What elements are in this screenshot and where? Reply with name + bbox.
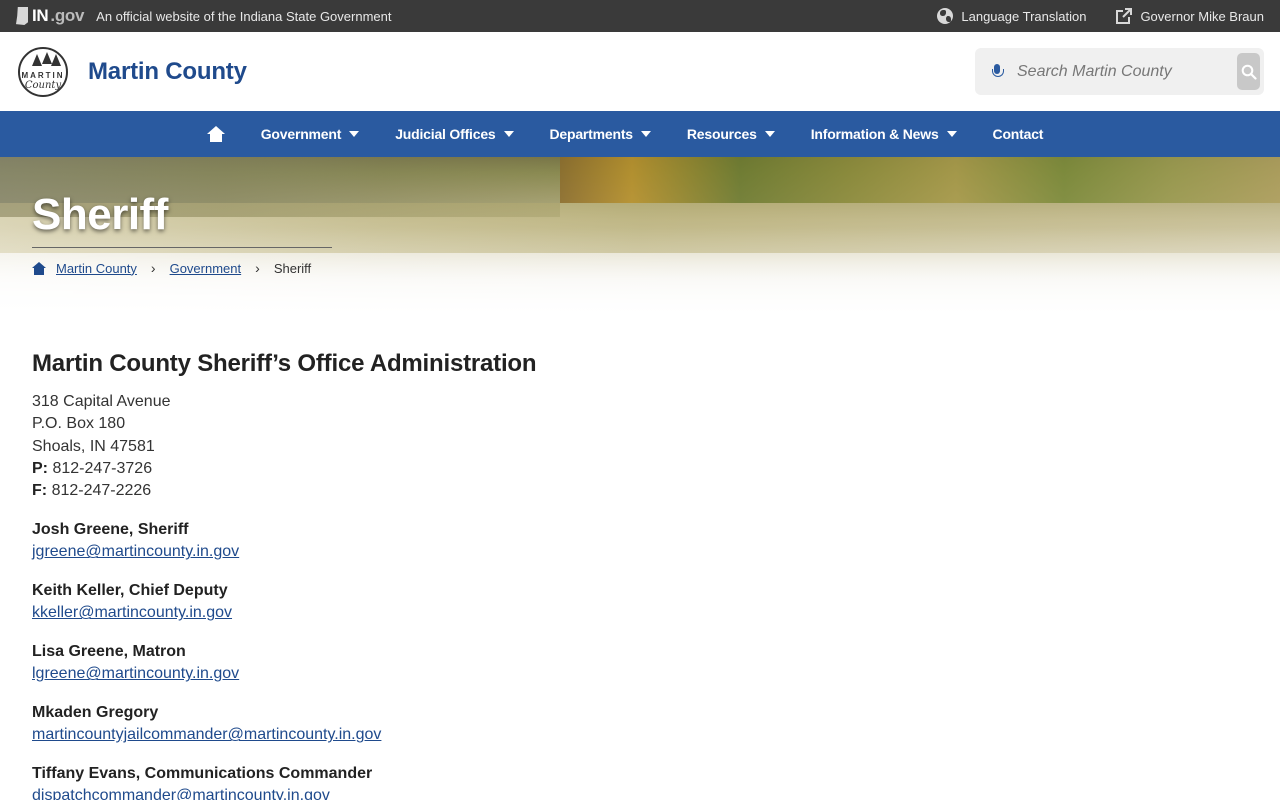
contact-email-link[interactable]: jgreene@martincounty.in.gov (32, 541, 239, 563)
globe-icon (937, 8, 954, 24)
home-icon[interactable] (32, 261, 46, 275)
contact-name: Tiffany Evans, Communications Commander (32, 765, 373, 783)
address-line: 318 Capital Avenue (32, 393, 171, 410)
seal-script-text: County (24, 79, 62, 91)
contact-name: Keith Keller, Chief Deputy (32, 582, 228, 600)
state-topbar: IN .gov An official website of the Indian… (0, 0, 1280, 32)
nav-label: Information & News (810, 126, 939, 142)
governor-label: Governor Mike Braun (1140, 8, 1264, 24)
caret-down-icon (946, 131, 957, 137)
seal-band-text: MARTIN (21, 70, 65, 80)
topbar-right: Language Translation Governor Mike Braun (937, 8, 1264, 24)
caret-down-icon (503, 131, 514, 137)
breadcrumb-current: Sheriff (273, 260, 312, 276)
contact-entry: Josh Greene, Sheriff jgreene@martincount… (32, 519, 1248, 563)
nav-government[interactable]: Government (243, 111, 377, 157)
caret-down-icon (640, 131, 651, 137)
site-title[interactable]: Martin County (88, 58, 247, 86)
topbar-left: IN .gov An official website of the Indian… (16, 6, 391, 26)
contact-name: Lisa Greene, Matron (32, 643, 186, 661)
county-seal-logo: MARTIN County (18, 46, 68, 97)
official-website-text: An official website of the Indiana State… (96, 8, 392, 24)
breadcrumb: Martin County › Government › Sheriff (32, 260, 332, 276)
in-gov-logo-suffix: .gov (50, 6, 85, 25)
search-button[interactable] (1237, 53, 1260, 90)
address-block: 318 Capital Avenue P.O. Box 180 Shoals, … (32, 391, 1248, 502)
nav-label: Judicial Offices (395, 126, 496, 142)
contact-name: Mkaden Gregory (32, 704, 159, 722)
contact-name: Josh Greene, Sheriff (32, 521, 189, 539)
in-gov-logo[interactable]: IN .gov (16, 6, 84, 26)
fax-line: F: 812-247-2226 (32, 480, 1248, 502)
contact-entry: Keith Keller, Chief Deputy kkeller@marti… (32, 580, 1248, 624)
title-divider (32, 247, 332, 248)
chevron-right-icon: › (255, 260, 260, 276)
contact-entry: Mkaden Gregory martincountyjailcommander… (32, 702, 1248, 746)
nav-judicial-offices[interactable]: Judicial Offices (377, 111, 531, 157)
nav-resources[interactable]: Resources (669, 111, 793, 157)
breadcrumb-government[interactable]: Government (170, 261, 242, 276)
contact-entry: Lisa Greene, Matron lgreene@martincounty… (32, 641, 1248, 685)
contact-email-link[interactable]: lgreene@martincounty.in.gov (32, 663, 239, 685)
chevron-right-icon: › (150, 260, 156, 276)
language-translation-link[interactable]: Language Translation (937, 8, 1086, 24)
address-line: Shoals, IN 47581 (32, 437, 155, 455)
fax-label: F: (32, 482, 48, 500)
home-icon (206, 126, 225, 142)
nav-information-news[interactable]: Information & News (793, 111, 975, 157)
nav-contact[interactable]: Contact (975, 111, 1062, 157)
search-box (975, 48, 1264, 95)
main-nav: Government Judicial Offices Departments … (0, 111, 1280, 157)
fax-number: 812-247-2226 (51, 482, 152, 500)
in-gov-logo-text: IN (32, 6, 49, 25)
hero-banner: Sheriff Martin County › Government › She… (0, 157, 1280, 314)
contact-entry: Tiffany Evans, Communications Commander … (32, 763, 1248, 800)
external-link-icon (1116, 8, 1133, 24)
site-header: MARTIN County Martin County (0, 32, 1280, 111)
phone-line: P: 812-247-3726 (32, 458, 1248, 480)
contact-email-link[interactable]: dispatchcommander@martincounty.in.gov (32, 785, 330, 800)
tree-icon (51, 53, 61, 66)
language-translation-label: Language Translation (961, 8, 1087, 24)
indiana-state-icon (16, 7, 28, 25)
page-title: Sheriff (32, 190, 168, 239)
main-nav-items: Government Judicial Offices Departments … (189, 111, 1062, 157)
section-heading: Martin County Sheriff’s Office Administr… (32, 350, 537, 377)
brand[interactable]: MARTIN County Martin County (18, 46, 247, 97)
nav-label: Government (260, 126, 342, 142)
nav-label: Departments (549, 126, 634, 142)
breadcrumb-martin-county[interactable]: Martin County (56, 261, 137, 276)
nav-home[interactable] (189, 111, 243, 157)
contact-email-link[interactable]: kkeller@martincounty.in.gov (32, 602, 232, 624)
hero-foliage (560, 157, 1280, 203)
search-input[interactable] (1005, 48, 1237, 95)
contact-email-link[interactable]: martincountyjailcommander@martincounty.i… (32, 724, 381, 746)
nav-label: Resources (686, 126, 757, 142)
nav-label: Contact (992, 126, 1044, 142)
caret-down-icon (349, 131, 360, 137)
nav-departments[interactable]: Departments (532, 111, 669, 157)
tree-icon (32, 53, 42, 66)
caret-down-icon (764, 131, 775, 137)
phone-number: 812-247-3726 (52, 459, 153, 477)
phone-label: P: (32, 459, 48, 477)
microphone-icon[interactable] (989, 63, 1005, 81)
main-content: Martin County Sheriff’s Office Administr… (0, 314, 1280, 800)
address-line: P.O. Box 180 (32, 415, 126, 433)
search-icon (1241, 64, 1257, 80)
hero-content: Sheriff Martin County › Government › She… (32, 193, 332, 276)
governor-link[interactable]: Governor Mike Braun (1116, 8, 1264, 24)
